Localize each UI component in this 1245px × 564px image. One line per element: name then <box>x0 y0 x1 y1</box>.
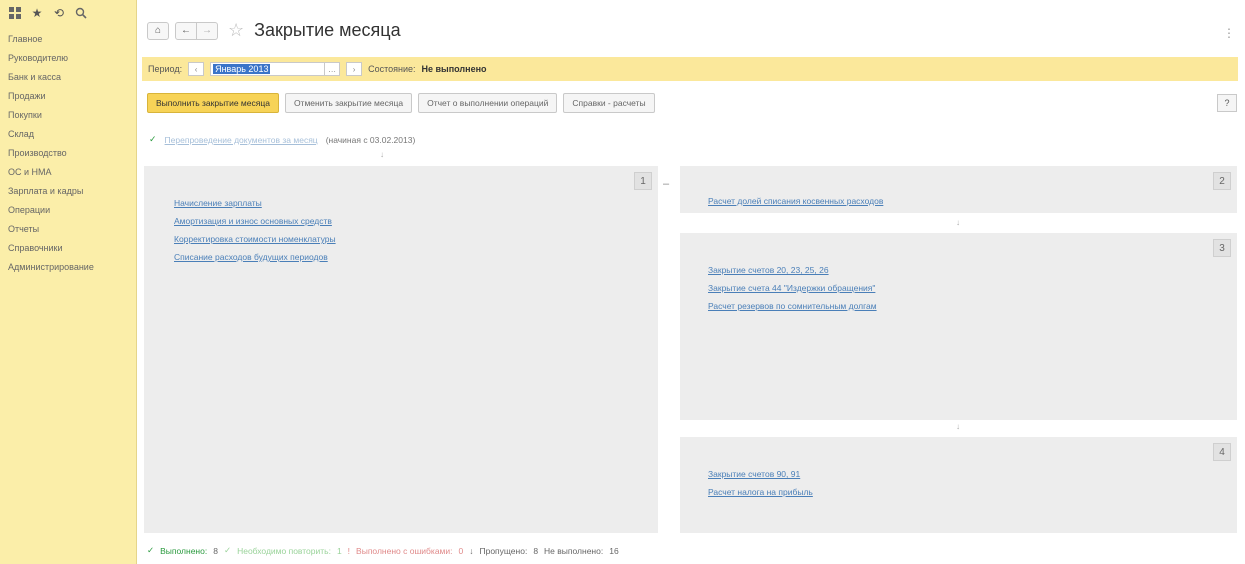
arrow-left-icon: ← <box>181 25 191 36</box>
sidebar-item-admin[interactable]: Администрирование <box>0 258 136 277</box>
sidebar-toolbar: ★ ⟲ <box>0 0 136 24</box>
sidebar-menu: Главное Руководителю Банк и касса Продаж… <box>0 30 136 277</box>
indirect-costs-share-link[interactable]: Расчет долей списания косвенных расходов <box>708 196 883 206</box>
history-icon[interactable]: ⟲ <box>52 6 66 20</box>
check-icon: ✓ <box>149 134 157 144</box>
deferred-expenses-link[interactable]: Списание расходов будущих периодов <box>174 252 336 262</box>
main-area: ⌂ ← → ☆ Закрытие месяца ⋮ Период: ‹ Янва… <box>137 0 1245 564</box>
period-prev-button[interactable]: ‹ <box>188 62 205 76</box>
step-2-links: Расчет долей списания косвенных расходов <box>708 196 883 206</box>
doubtful-debts-reserve-link[interactable]: Расчет резервов по сомнительным долгам <box>708 301 877 311</box>
step-number-badge: 3 <box>1213 239 1231 257</box>
need-repeat-check-icon: ✓ <box>223 545 232 555</box>
sidebar-item-operations[interactable]: Операции <box>0 201 136 220</box>
sidebar-item-bank[interactable]: Банк и касса <box>0 68 136 87</box>
repost-documents-link[interactable]: Перепроведение документов за месяц <box>165 135 318 145</box>
grid-icon[interactable] <box>8 6 22 20</box>
step-panel-1: 1 Начисление зарплаты Амортизация и изно… <box>144 166 658 533</box>
sidebar-item-sales[interactable]: Продажи <box>0 87 136 106</box>
cancel-close-month-button[interactable]: Отменить закрытие месяца <box>284 93 413 113</box>
sidebar-item-main[interactable]: Главное <box>0 30 136 49</box>
arrow-down-icon: ↓ <box>380 150 384 159</box>
help-calculations-button[interactable]: Справки - расчеты <box>563 93 655 113</box>
period-value: Январь 2013 <box>213 64 271 74</box>
close-accounts-20-26-link[interactable]: Закрытие счетов 20, 23, 25, 26 <box>708 265 877 275</box>
sidebar-item-manager[interactable]: Руководителю <box>0 49 136 68</box>
step-number-badge: 4 <box>1213 443 1231 461</box>
search-icon[interactable] <box>74 6 88 20</box>
back-button[interactable]: ← <box>175 21 197 40</box>
operations-report-button[interactable]: Отчет о выполнении операций <box>418 93 558 113</box>
period-label: Период: <box>148 64 183 74</box>
step-3-links: Закрытие счетов 20, 23, 25, 26 Закрытие … <box>708 265 877 311</box>
done-count: 8 <box>213 545 218 556</box>
status-label: Состояние: <box>368 64 416 74</box>
action-toolbar: Выполнить закрытие месяца Отменить закры… <box>147 93 655 113</box>
error-icon: ! <box>347 545 351 556</box>
depreciation-link[interactable]: Амортизация и износ основных средств <box>174 216 336 226</box>
period-next-button[interactable]: › <box>346 62 363 76</box>
not-done-count: 16 <box>609 545 619 556</box>
step-number-badge: 1 <box>634 172 652 190</box>
panel-connector: – <box>663 178 670 190</box>
arrow-right-icon: → <box>202 25 212 36</box>
sidebar: ★ ⟲ Главное Руководителю Банк и касса Пр… <box>0 0 137 564</box>
need-repeat-count: 1 <box>336 545 342 556</box>
forward-button[interactable]: → <box>197 21 218 40</box>
done-label: Выполнено: <box>160 545 208 556</box>
period-select-icon[interactable]: … <box>324 62 339 76</box>
arrow-down-icon: ↓ <box>956 218 960 227</box>
error-label: Выполнено с ошибками: <box>356 545 453 556</box>
sidebar-item-fixed-assets[interactable]: ОС и НМА <box>0 163 136 182</box>
sidebar-item-payroll[interactable]: Зарплата и кадры <box>0 182 136 201</box>
status-value: Не выполнено <box>421 64 487 74</box>
home-icon: ⌂ <box>154 25 162 36</box>
sidebar-item-catalogs[interactable]: Справочники <box>0 239 136 258</box>
skipped-icon: ↓ <box>469 545 474 556</box>
skipped-count: 8 <box>533 545 539 556</box>
need-repeat-label: Необходимо повторить: <box>237 545 331 556</box>
close-accounts-90-91-link[interactable]: Закрытие счетов 90, 91 <box>708 469 813 479</box>
payroll-accrual-link[interactable]: Начисление зарплаты <box>174 198 336 208</box>
window-header: ⌂ ← → ☆ Закрытие месяца <box>147 20 401 41</box>
step-number-badge: 2 <box>1213 172 1231 190</box>
close-account-44-link[interactable]: Закрытие счета 44 "Издержки обращения" <box>708 283 877 293</box>
done-check-icon: ✓ <box>147 545 155 555</box>
step-panel-4: 4 Закрытие счетов 90, 91 Расчет налога н… <box>680 437 1237 533</box>
cost-adjustment-link[interactable]: Корректировка стоимости номенклатуры <box>174 234 336 244</box>
not-done-label: Не выполнено: <box>544 545 604 556</box>
navigation-buttons: ← → <box>175 21 218 40</box>
error-count: 0 <box>458 545 464 556</box>
sidebar-item-production[interactable]: Производство <box>0 144 136 163</box>
more-options-icon[interactable]: ⋮ <box>1223 26 1235 40</box>
run-close-month-button[interactable]: Выполнить закрытие месяца <box>147 93 279 113</box>
arrow-down-icon: ↓ <box>956 422 960 431</box>
repost-note: (начиная с 03.02.2013) <box>325 134 416 145</box>
step-panel-3: 3 Закрытие счетов 20, 23, 25, 26 Закрыти… <box>680 233 1237 420</box>
sidebar-item-purchases[interactable]: Покупки <box>0 106 136 125</box>
sidebar-item-reports[interactable]: Отчеты <box>0 220 136 239</box>
profit-tax-link[interactable]: Расчет налога на прибыль <box>708 487 813 497</box>
step-panel-2: 2 Расчет долей списания косвенных расход… <box>680 166 1237 213</box>
star-icon[interactable]: ★ <box>30 6 44 20</box>
period-input[interactable]: Январь 2013 … <box>210 62 341 76</box>
favorite-star-icon[interactable]: ☆ <box>228 20 244 41</box>
skipped-label: Пропущено: <box>479 545 528 556</box>
step-1-links: Начисление зарплаты Амортизация и износ … <box>174 198 336 262</box>
repost-row: ✓ Перепроведение документов за месяц (на… <box>149 134 415 145</box>
step-4-links: Закрытие счетов 90, 91 Расчет налога на … <box>708 469 813 497</box>
help-button[interactable]: ? <box>1217 94 1237 112</box>
page-title: Закрытие месяца <box>254 20 401 40</box>
sidebar-item-warehouse[interactable]: Склад <box>0 125 136 144</box>
home-button[interactable]: ⌂ <box>147 21 169 40</box>
status-summary: ✓ Выполнено: 8 ✓ Необходимо повторить: 1… <box>147 545 619 556</box>
period-bar: Период: ‹ Январь 2013 … › Состояние: Не … <box>142 57 1238 81</box>
